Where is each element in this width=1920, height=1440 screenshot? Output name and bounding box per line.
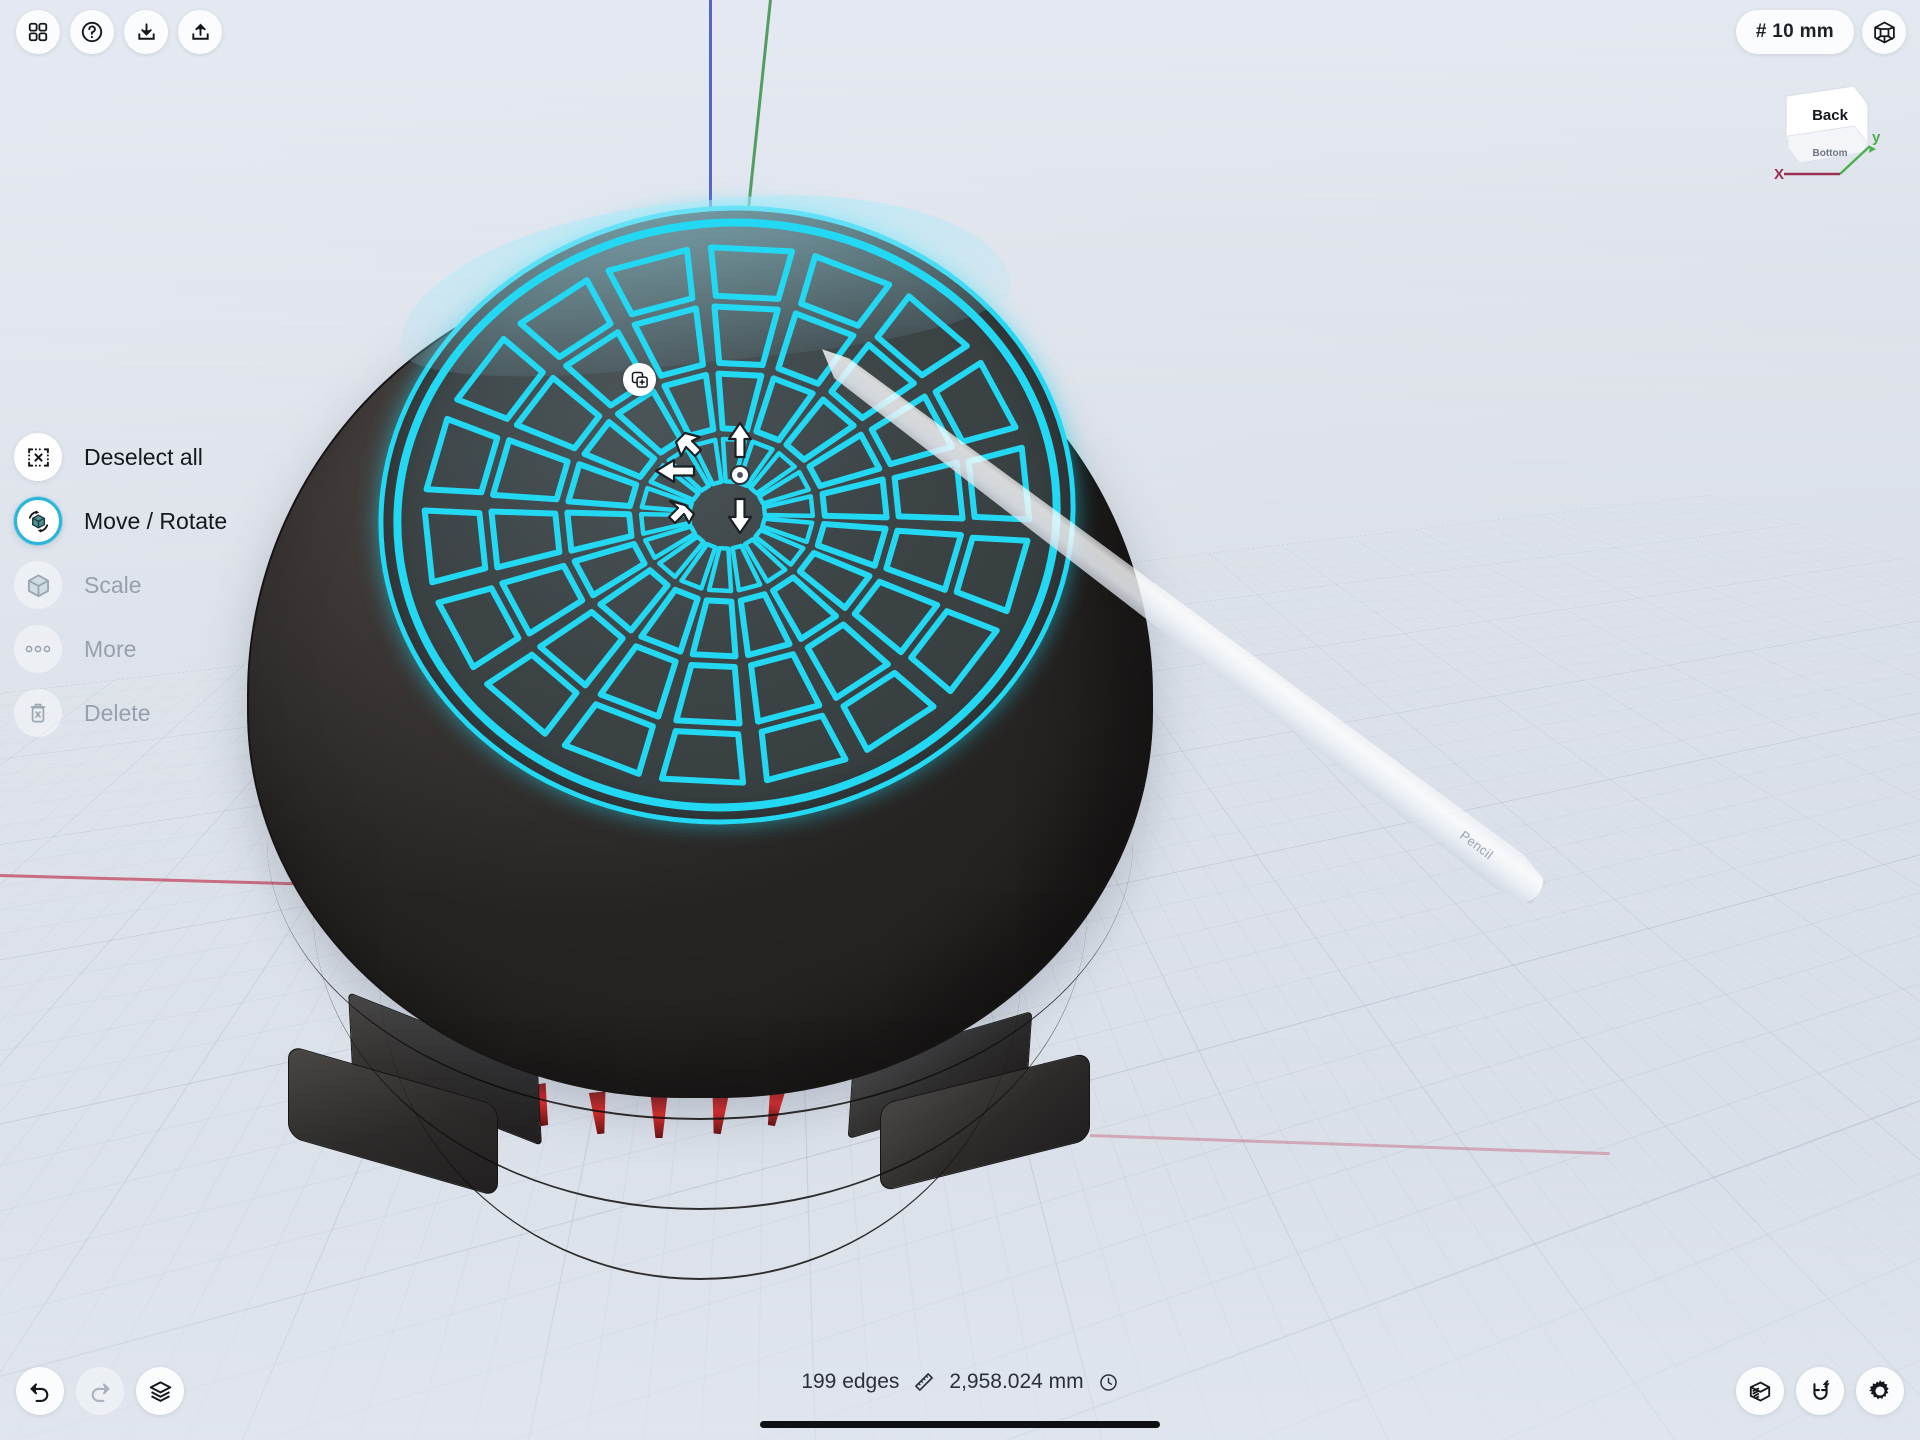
3d-viewport[interactable]: Pencil <box>0 0 1920 1440</box>
snap-button[interactable] <box>1796 1367 1844 1415</box>
grille-cell <box>423 415 501 496</box>
layers-button[interactable] <box>136 1367 184 1415</box>
tool-menu: Deselect all Move / Rotate Scale More De… <box>14 432 227 738</box>
grille-cell <box>874 293 970 379</box>
grid-size-pill[interactable]: # 10 mm <box>1735 10 1854 54</box>
top-left-toolbar <box>16 10 222 54</box>
gizmo-arrow-left <box>654 458 696 484</box>
home-indicator <box>760 1421 1160 1428</box>
grille-cell <box>571 540 648 599</box>
scale-icon-wrap <box>14 561 62 609</box>
download-icon <box>135 21 158 44</box>
gear-icon <box>1867 1378 1893 1404</box>
help-button[interactable] <box>70 10 114 54</box>
undo-button[interactable] <box>16 1367 64 1415</box>
ellipsis-icon <box>24 644 52 654</box>
view-cube-axis-x-label: X <box>1774 166 1784 183</box>
scale-cube-icon <box>25 572 52 599</box>
settings-button[interactable] <box>1856 1367 1904 1415</box>
top-right-toolbar: # 10 mm <box>1735 10 1906 54</box>
grille-cell <box>488 508 563 571</box>
view-cube[interactable]: Back Bottom X y <box>1758 80 1898 190</box>
tool-label-more: More <box>84 635 137 662</box>
grille-cell <box>707 244 796 302</box>
trash-icon <box>26 701 50 725</box>
grille-cell <box>565 461 640 509</box>
deselect-icon-wrap <box>14 433 62 481</box>
more-icon-wrap <box>14 625 62 673</box>
view-cube-front-label: Back <box>1812 107 1849 124</box>
tool-item-more[interactable]: More <box>14 624 227 674</box>
gizmo-arrow-diagonal-down-left <box>667 499 696 525</box>
grille-cell <box>965 444 1033 523</box>
pencil-label: Pencil <box>1457 827 1497 863</box>
magnet-icon <box>1808 1379 1833 1404</box>
section-cut-icon <box>1747 1378 1773 1404</box>
duplicate-plus-icon[interactable] <box>623 363 656 396</box>
layers-icon <box>148 1379 173 1404</box>
move-rotate-icon-wrap <box>14 497 62 545</box>
question-mark-icon <box>80 20 104 44</box>
gizmo-arrow-diagonal-up-right <box>674 431 703 458</box>
view-orientation-button[interactable] <box>1862 10 1906 54</box>
grille-cell <box>840 669 937 753</box>
redo-button[interactable] <box>76 1367 124 1415</box>
section-view-button[interactable] <box>1736 1367 1784 1415</box>
view-cube-bottom-label: Bottom <box>1813 148 1848 159</box>
grille-cell <box>564 509 635 554</box>
cad-model[interactable]: Pencil <box>0 0 1920 1440</box>
move-rotate-icon <box>25 508 52 535</box>
grille-cell <box>673 661 743 727</box>
grille-cell <box>711 303 781 369</box>
move-rotate-gizmo[interactable] <box>648 405 833 550</box>
projects-button[interactable] <box>16 10 60 54</box>
tool-item-deselect-all[interactable]: Deselect all <box>14 432 227 482</box>
grille-cell <box>421 507 489 586</box>
grille-cell <box>748 651 823 725</box>
grille-cell <box>953 534 1031 615</box>
tool-label-scale: Scale <box>84 571 142 598</box>
tool-label-deselect-all: Deselect all <box>84 443 203 470</box>
view-cube-axis-y-label: y <box>1872 129 1881 146</box>
grille-cell <box>758 712 849 784</box>
tool-label-delete: Delete <box>84 699 151 726</box>
redo-arrow-icon <box>88 1379 112 1403</box>
undo-arrow-icon <box>28 1379 52 1403</box>
grid-icon <box>27 21 49 43</box>
grille-cell <box>484 651 580 737</box>
export-button[interactable] <box>178 10 222 54</box>
delete-icon-wrap <box>14 689 62 737</box>
bottom-left-toolbar <box>16 1367 184 1415</box>
grille-cell <box>605 246 696 318</box>
cube-view-icon <box>1872 20 1897 45</box>
gizmo-arrow-down <box>727 497 753 535</box>
gizmo-arrow-up <box>727 421 753 459</box>
tool-item-move-rotate[interactable]: Move / Rotate <box>14 496 227 546</box>
bottom-right-toolbar <box>1736 1367 1904 1415</box>
upload-icon <box>189 21 212 44</box>
deselect-icon <box>26 445 51 470</box>
import-button[interactable] <box>124 10 168 54</box>
tool-item-scale[interactable]: Scale <box>14 560 227 610</box>
tool-item-delete[interactable]: Delete <box>14 688 227 738</box>
grille-cell <box>658 728 747 786</box>
grille-cell <box>891 459 966 522</box>
grille-cell <box>517 277 614 361</box>
tool-label-move-rotate: Move / Rotate <box>84 507 228 534</box>
